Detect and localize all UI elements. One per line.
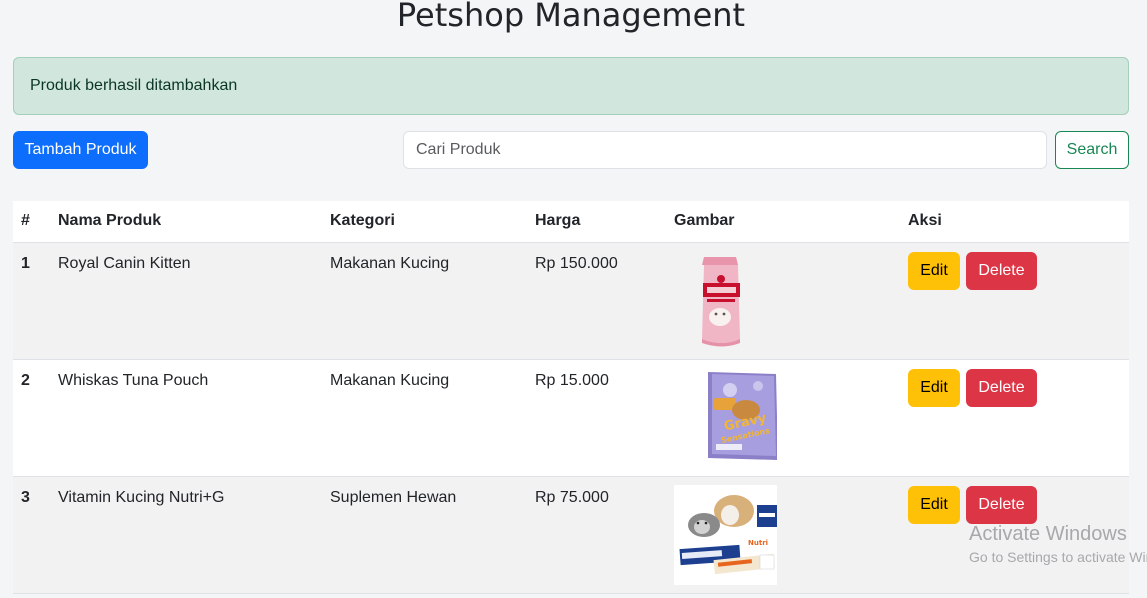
product-name: Royal Canin Kitten — [58, 254, 191, 272]
product-price: Rp 150.000 — [535, 254, 618, 272]
product-image-royal-canin-kitten — [674, 250, 777, 351]
product-image-gravy-sensations: Gravy Sensations — [674, 367, 777, 468]
header-category: Kategori — [322, 201, 527, 243]
row-number: 1 — [21, 254, 30, 272]
header-number: # — [13, 201, 50, 243]
header-name: Nama Produk — [50, 201, 322, 243]
edit-button[interactable]: Edit — [908, 251, 960, 290]
search-button[interactable]: Search — [1055, 131, 1129, 169]
table-row: 3 Vitamin Kucing Nutri+G Suplemen Hewan … — [13, 476, 1129, 593]
header-price: Harga — [527, 201, 666, 243]
row-number: 3 — [21, 488, 30, 506]
row-number: 2 — [21, 371, 30, 389]
table-row: 1 Royal Canin Kitten Makanan Kucing Rp 1… — [13, 242, 1129, 359]
product-category: Makanan Kucing — [330, 371, 450, 389]
product-category: Suplemen Hewan — [330, 488, 457, 506]
delete-button[interactable]: Delete — [966, 251, 1037, 290]
search-input[interactable] — [403, 131, 1047, 169]
table-header-row: # Nama Produk Kategori Harga Gambar Aksi — [13, 201, 1129, 243]
table-row: 2 Whiskas Tuna Pouch Makanan Kucing Rp 1… — [13, 359, 1129, 476]
success-alert: Produk berhasil ditambahkan — [13, 57, 1129, 115]
product-name: Vitamin Kucing Nutri+G — [58, 488, 225, 506]
svg-text:Nutri: Nutri — [748, 539, 768, 547]
alert-message: Produk berhasil ditambahkan — [30, 77, 238, 94]
page-title: Petshop Management — [396, 0, 746, 34]
header-actions: Aksi — [900, 201, 1129, 243]
product-name: Whiskas Tuna Pouch — [58, 371, 209, 389]
add-product-button[interactable]: Tambah Produk — [13, 131, 148, 169]
page: Petshop Management Produk berhasil ditam… — [0, 0, 1147, 598]
product-price: Rp 15.000 — [535, 371, 609, 389]
delete-button[interactable]: Delete — [966, 368, 1037, 407]
edit-button[interactable]: Edit — [908, 368, 960, 407]
product-category: Makanan Kucing — [330, 254, 450, 272]
delete-button[interactable]: Delete — [966, 485, 1037, 524]
product-table-wrapper: # Nama Produk Kategori Harga Gambar Aksi… — [13, 201, 1129, 594]
edit-button[interactable]: Edit — [908, 485, 960, 524]
product-price: Rp 75.000 — [535, 488, 609, 506]
product-table: # Nama Produk Kategori Harga Gambar Aksi… — [13, 201, 1129, 594]
product-image-virbac-nutri-plus-gel: Nutri — [674, 484, 777, 585]
header-image: Gambar — [666, 201, 900, 243]
